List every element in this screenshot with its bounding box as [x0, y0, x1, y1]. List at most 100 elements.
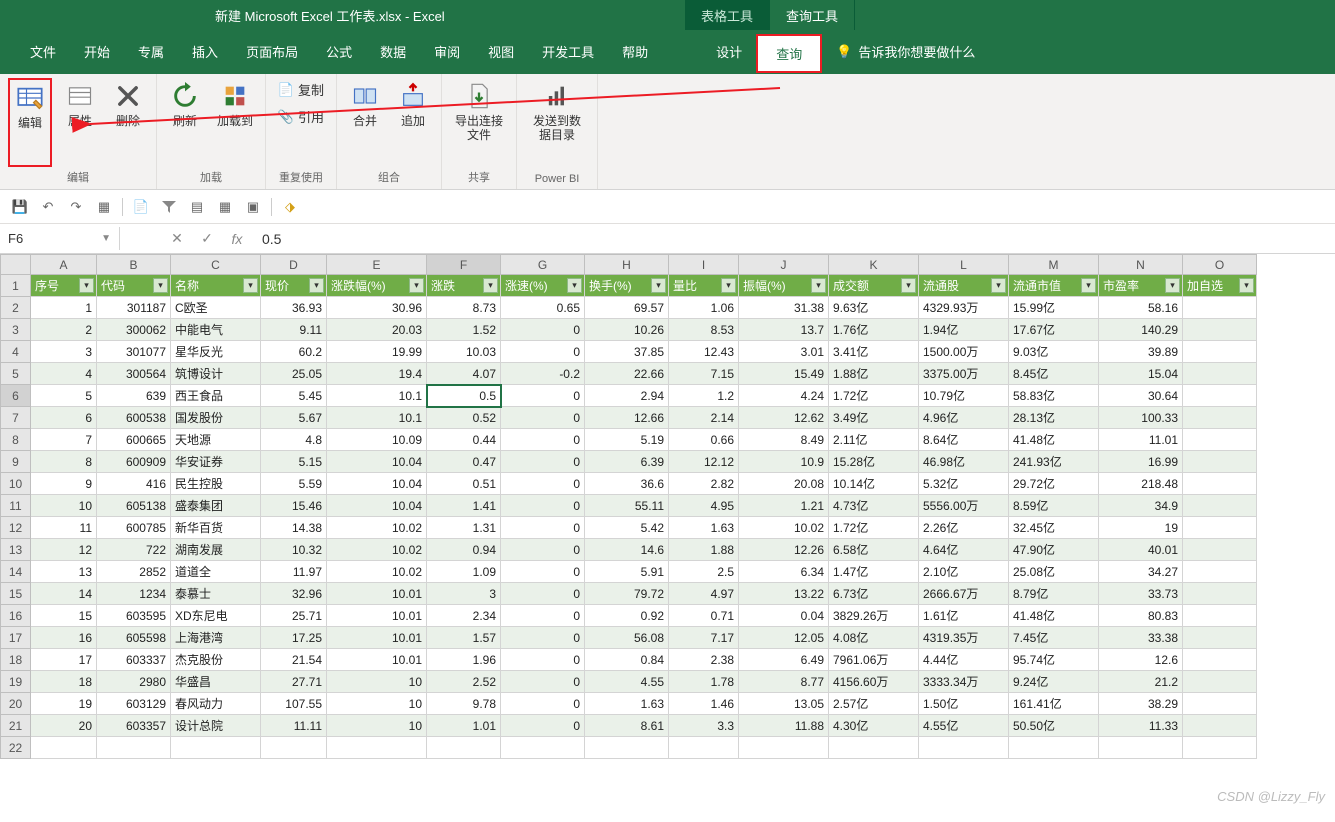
cell[interactable]: 12.43: [669, 341, 739, 363]
cell[interactable]: 0: [501, 385, 585, 407]
cell[interactable]: 5.59: [261, 473, 327, 495]
cell[interactable]: 4.08亿: [829, 627, 919, 649]
table-header[interactable]: 名称▾: [171, 275, 261, 297]
cell[interactable]: 1: [31, 297, 97, 319]
cell[interactable]: 100.33: [1099, 407, 1183, 429]
cell[interactable]: 4.30亿: [829, 715, 919, 737]
cell[interactable]: 6.34: [739, 561, 829, 583]
filter-dropdown-icon[interactable]: ▾: [1165, 278, 1180, 293]
cell[interactable]: 1.63: [585, 693, 669, 715]
cell[interactable]: 1.96: [427, 649, 501, 671]
cell[interactable]: 2.11亿: [829, 429, 919, 451]
cell[interactable]: 107.55: [261, 693, 327, 715]
row-header-12[interactable]: 12: [1, 517, 31, 539]
cell[interactable]: 241.93亿: [1009, 451, 1099, 473]
qat-btn1-icon[interactable]: ▦: [94, 197, 114, 217]
cell[interactable]: 1.41: [427, 495, 501, 517]
menu-query[interactable]: 查询: [756, 34, 822, 73]
cell[interactable]: 2.14: [669, 407, 739, 429]
cell[interactable]: 8.73: [427, 297, 501, 319]
cell[interactable]: 1234: [97, 583, 171, 605]
cell[interactable]: 3.41亿: [829, 341, 919, 363]
cell[interactable]: 1.01: [427, 715, 501, 737]
cell[interactable]: 10.02: [327, 561, 427, 583]
cell[interactable]: 0.71: [669, 605, 739, 627]
col-header-L[interactable]: L: [919, 255, 1009, 275]
cell[interactable]: 5.91: [585, 561, 669, 583]
cell[interactable]: 33.38: [1099, 627, 1183, 649]
cell[interactable]: 1.88: [669, 539, 739, 561]
cell[interactable]: [1183, 385, 1257, 407]
cell[interactable]: 12.6: [1099, 649, 1183, 671]
filter-dropdown-icon[interactable]: ▾: [309, 278, 324, 293]
cell[interactable]: 19: [31, 693, 97, 715]
cell[interactable]: [829, 737, 919, 759]
cell[interactable]: 4156.60万: [829, 671, 919, 693]
cell[interactable]: 300062: [97, 319, 171, 341]
cell[interactable]: 中能电气: [171, 319, 261, 341]
row-header-19[interactable]: 19: [1, 671, 31, 693]
cell[interactable]: 4.64亿: [919, 539, 1009, 561]
redo-icon[interactable]: ↷: [66, 197, 86, 217]
cell[interactable]: 3.49亿: [829, 407, 919, 429]
cell[interactable]: 8.64亿: [919, 429, 1009, 451]
cell[interactable]: 18: [31, 671, 97, 693]
cell[interactable]: [1009, 737, 1099, 759]
cell[interactable]: 4.97: [669, 583, 739, 605]
cell[interactable]: 10.9: [739, 451, 829, 473]
cell[interactable]: 15.46: [261, 495, 327, 517]
row-header-13[interactable]: 13: [1, 539, 31, 561]
cell[interactable]: 13: [31, 561, 97, 583]
cell[interactable]: 0: [501, 319, 585, 341]
cell[interactable]: 泰慕士: [171, 583, 261, 605]
row-header-10[interactable]: 10: [1, 473, 31, 495]
table-header[interactable]: 量比▾: [669, 275, 739, 297]
cell[interactable]: 11.88: [739, 715, 829, 737]
cell[interactable]: 32.45亿: [1009, 517, 1099, 539]
row-header-3[interactable]: 3: [1, 319, 31, 341]
cell[interactable]: 12.05: [739, 627, 829, 649]
row-header-17[interactable]: 17: [1, 627, 31, 649]
save-icon[interactable]: 💾: [10, 197, 30, 217]
cell[interactable]: 13.22: [739, 583, 829, 605]
properties-button[interactable]: 属性: [60, 78, 100, 167]
cell[interactable]: 0.44: [427, 429, 501, 451]
cell[interactable]: 0: [501, 561, 585, 583]
cell[interactable]: 0: [501, 539, 585, 561]
cell[interactable]: 10.14亿: [829, 473, 919, 495]
cell[interactable]: [1099, 737, 1183, 759]
cell[interactable]: 10.02: [739, 517, 829, 539]
qat-btn3-icon[interactable]: ▤: [187, 197, 207, 217]
cell[interactable]: [261, 737, 327, 759]
cell[interactable]: 29.72亿: [1009, 473, 1099, 495]
cell[interactable]: 605598: [97, 627, 171, 649]
row-header-4[interactable]: 4: [1, 341, 31, 363]
cell[interactable]: 0.47: [427, 451, 501, 473]
cell[interactable]: 10.26: [585, 319, 669, 341]
cell[interactable]: 0: [501, 517, 585, 539]
cell[interactable]: 30.64: [1099, 385, 1183, 407]
context-tab-query-tools[interactable]: 查询工具: [770, 0, 855, 30]
cell[interactable]: [919, 737, 1009, 759]
cell[interactable]: 3: [427, 583, 501, 605]
cell[interactable]: 0.66: [669, 429, 739, 451]
cell[interactable]: 15.04: [1099, 363, 1183, 385]
col-header-B[interactable]: B: [97, 255, 171, 275]
cell[interactable]: 2.52: [427, 671, 501, 693]
cell[interactable]: 2.34: [427, 605, 501, 627]
cell[interactable]: [427, 737, 501, 759]
cell[interactable]: 4.55: [585, 671, 669, 693]
cell[interactable]: 1.78: [669, 671, 739, 693]
menu-view[interactable]: 视图: [474, 30, 528, 73]
cell[interactable]: 9.24亿: [1009, 671, 1099, 693]
filter-dropdown-icon[interactable]: ▾: [901, 278, 916, 293]
row-header-14[interactable]: 14: [1, 561, 31, 583]
cell[interactable]: 21.54: [261, 649, 327, 671]
row-header-18[interactable]: 18: [1, 649, 31, 671]
cell[interactable]: 4319.35万: [919, 627, 1009, 649]
table-header[interactable]: 序号▾: [31, 275, 97, 297]
cell[interactable]: 34.9: [1099, 495, 1183, 517]
cell[interactable]: 34.27: [1099, 561, 1183, 583]
cell[interactable]: 5.15: [261, 451, 327, 473]
cell[interactable]: 4.73亿: [829, 495, 919, 517]
